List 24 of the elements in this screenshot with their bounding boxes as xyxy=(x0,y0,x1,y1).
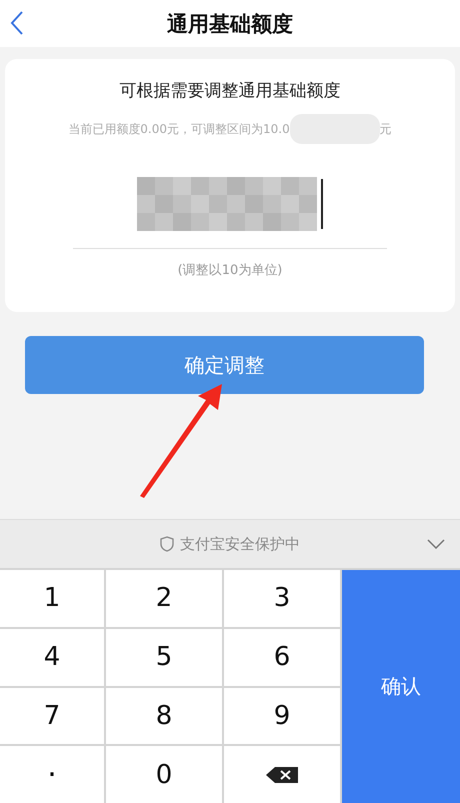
unit-hint: (调整以10为单位) xyxy=(178,262,282,279)
number-key[interactable]: 9 xyxy=(224,688,340,744)
number-key[interactable]: 5 xyxy=(106,628,222,686)
number-key[interactable]: 1 xyxy=(0,570,104,627)
number-key[interactable]: 3 xyxy=(224,570,340,627)
number-key[interactable]: 7 xyxy=(0,688,104,744)
page-title: 通用基础额度 xyxy=(167,10,293,38)
security-text: 支付宝安全保护中 xyxy=(180,534,300,554)
card-heading: 可根据需要调整通用基础额度 xyxy=(120,80,340,102)
number-key[interactable]: 2 xyxy=(106,570,222,627)
number-key[interactable]: 4 xyxy=(0,628,104,686)
number-key[interactable]: 6 xyxy=(224,628,340,686)
shield-icon xyxy=(160,536,174,552)
number-key[interactable]: 0 xyxy=(106,746,222,803)
decimal-point-key[interactable]: . xyxy=(0,746,104,803)
number-key[interactable]: 8 xyxy=(106,688,222,744)
back-icon[interactable] xyxy=(10,10,24,36)
keyboard-confirm-key[interactable]: 确认 xyxy=(342,570,460,803)
quota-note: 当前已用额度0.00元，可调整区间为10.0 xyxy=(68,120,290,138)
backspace-icon xyxy=(265,766,299,784)
backspace-key[interactable] xyxy=(224,746,340,803)
collapse-icon[interactable] xyxy=(427,539,445,549)
quota-note-unit: 元 xyxy=(380,120,392,138)
text-cursor xyxy=(321,179,323,229)
